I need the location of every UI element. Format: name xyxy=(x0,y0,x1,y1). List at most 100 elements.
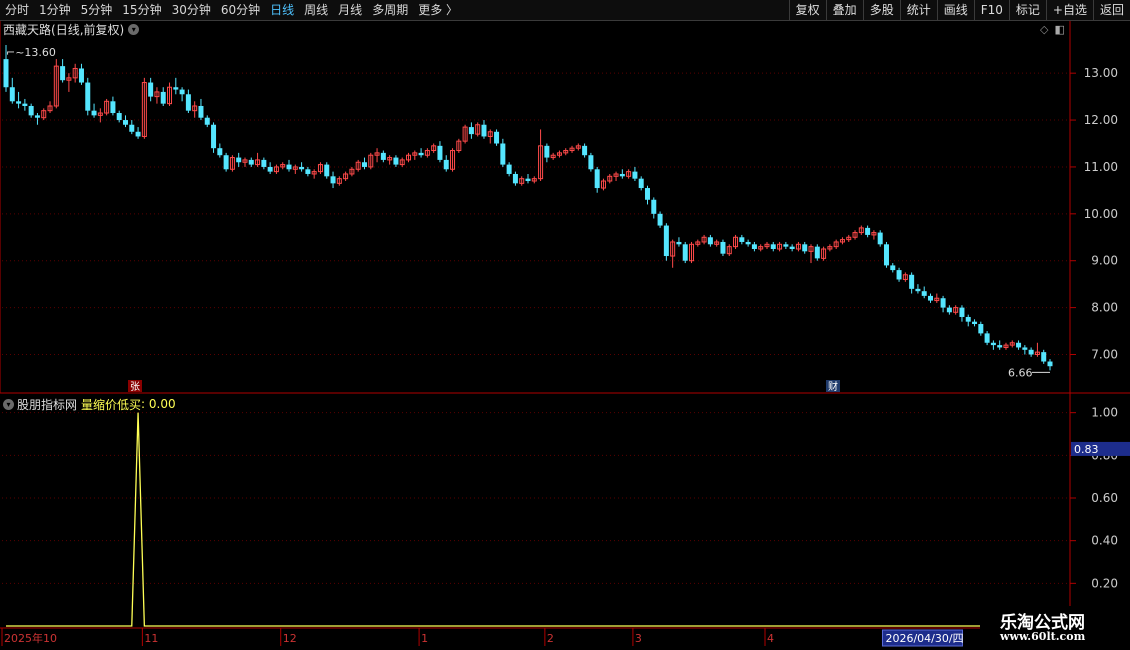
candlestick-series[interactable] xyxy=(3,45,1053,371)
candle xyxy=(160,87,166,106)
tool-button[interactable]: 返回 xyxy=(1092,0,1130,20)
y-tick-label: 11.00 xyxy=(1084,160,1118,174)
candle xyxy=(9,77,15,104)
candle-body xyxy=(9,87,15,102)
period-tab[interactable]: 周线 xyxy=(299,0,333,20)
indicator-line xyxy=(6,412,1050,627)
candle-body xyxy=(223,155,229,170)
candle xyxy=(173,77,179,95)
candle-body xyxy=(770,244,776,249)
candle xyxy=(701,234,707,245)
candle-body xyxy=(16,101,22,104)
candle-body xyxy=(638,178,644,189)
candle xyxy=(129,120,135,135)
tool-button[interactable]: 多股 xyxy=(862,0,900,20)
period-tab[interactable]: 5分钟 xyxy=(76,0,118,20)
period-tab[interactable]: 15分钟 xyxy=(117,0,166,20)
chevron-down-icon[interactable]: ▾ xyxy=(3,398,14,410)
period-tab[interactable]: 30分钟 xyxy=(167,0,216,20)
x-tick-label: 12 xyxy=(283,632,297,645)
candle-body xyxy=(418,152,424,156)
period-tab[interactable]: 多周期 xyxy=(367,0,413,20)
candle-body xyxy=(34,115,40,118)
tool-button[interactable]: +自选 xyxy=(1045,0,1093,20)
event-cai: 财 xyxy=(826,380,840,393)
stock-name: 西藏天路 xyxy=(3,22,52,37)
candle xyxy=(739,234,745,245)
candle-body xyxy=(437,145,443,160)
x-tick-label: 1 xyxy=(421,632,428,645)
candle xyxy=(1047,359,1053,371)
indicator-y-tick-label: 0.60 xyxy=(1091,491,1118,505)
candle xyxy=(41,108,47,121)
tool-button[interactable]: 统计 xyxy=(899,0,937,20)
candle xyxy=(242,157,248,167)
candle xyxy=(972,319,978,327)
period-tab[interactable]: 更多 〉 xyxy=(413,0,463,20)
candle xyxy=(456,138,462,153)
diamond-icon[interactable]: ◇ xyxy=(1040,23,1048,36)
period-tab[interactable]: 60分钟 xyxy=(216,0,265,20)
candle xyxy=(1034,342,1040,357)
kline-chart[interactable]: 13.0012.0011.0010.009.008.007.00⌐~13.606… xyxy=(0,0,1130,650)
candle-body xyxy=(1041,352,1047,362)
candle xyxy=(336,176,342,186)
period-tab[interactable]: 月线 xyxy=(333,0,367,20)
candle xyxy=(670,239,676,268)
candle xyxy=(248,157,254,167)
candle-body xyxy=(261,159,267,167)
candle xyxy=(663,223,669,261)
candle-body xyxy=(657,213,663,226)
candle xyxy=(229,155,235,172)
candle-body xyxy=(582,145,588,156)
candle xyxy=(959,305,965,322)
indicator-y-tick-label: 0.40 xyxy=(1091,534,1118,548)
indicator-series xyxy=(6,412,1050,627)
period-tab[interactable]: 1分钟 xyxy=(34,0,76,20)
candle-body xyxy=(481,124,487,137)
candle xyxy=(330,171,336,189)
indicator-y-tick-label: 0.20 xyxy=(1091,576,1118,590)
candle xyxy=(154,87,160,104)
low-marker: 6.66 xyxy=(1008,366,1033,379)
tool-button[interactable]: 画线 xyxy=(936,0,974,20)
candle xyxy=(494,129,500,146)
candle xyxy=(28,103,34,118)
candle-body xyxy=(739,237,745,242)
period-tab[interactable]: 日线 xyxy=(265,0,299,20)
indicator-title: ▾ 股朋指标网 量缩价低买 : 0.00 xyxy=(3,396,176,412)
tool-button[interactable]: 标记 xyxy=(1008,0,1046,20)
candle-body xyxy=(978,324,984,334)
candle xyxy=(556,150,562,158)
candle xyxy=(726,244,732,257)
panel-toggle-icon[interactable]: ◧ xyxy=(1054,23,1064,36)
period-tab[interactable]: 分时 xyxy=(0,0,34,20)
tool-button[interactable]: F10 xyxy=(973,0,1009,20)
candle xyxy=(714,239,720,247)
candle-body xyxy=(248,159,254,165)
candle xyxy=(135,127,141,139)
chart-corner-icons: ◇ ◧ xyxy=(1040,23,1065,36)
candle xyxy=(236,152,242,167)
candle xyxy=(588,152,594,172)
chart-title: 西藏天路 (日线,前复权) ▾ xyxy=(3,21,140,37)
x-tick-label: 11 xyxy=(144,632,158,645)
period-tabs: 分时 1分钟 5分钟 15分钟 30分钟 60分钟 日线 周线 月线 多周期 更多 〉 xyxy=(0,0,463,20)
candle-body xyxy=(921,291,927,296)
candle xyxy=(437,141,443,163)
tool-button[interactable]: 叠加 xyxy=(825,0,863,20)
chevron-down-icon[interactable]: ▾ xyxy=(128,23,140,35)
candle xyxy=(575,143,581,151)
candle xyxy=(506,162,512,177)
candle xyxy=(380,150,386,163)
candle xyxy=(512,171,518,186)
candle-body xyxy=(946,307,952,313)
candle xyxy=(116,110,122,123)
candle xyxy=(317,162,323,174)
tool-button[interactable]: 复权 xyxy=(788,0,826,20)
candle xyxy=(1022,345,1028,355)
candle xyxy=(720,239,726,257)
candle-body xyxy=(110,101,116,114)
candle-body xyxy=(443,159,449,170)
candle-body xyxy=(267,166,273,172)
